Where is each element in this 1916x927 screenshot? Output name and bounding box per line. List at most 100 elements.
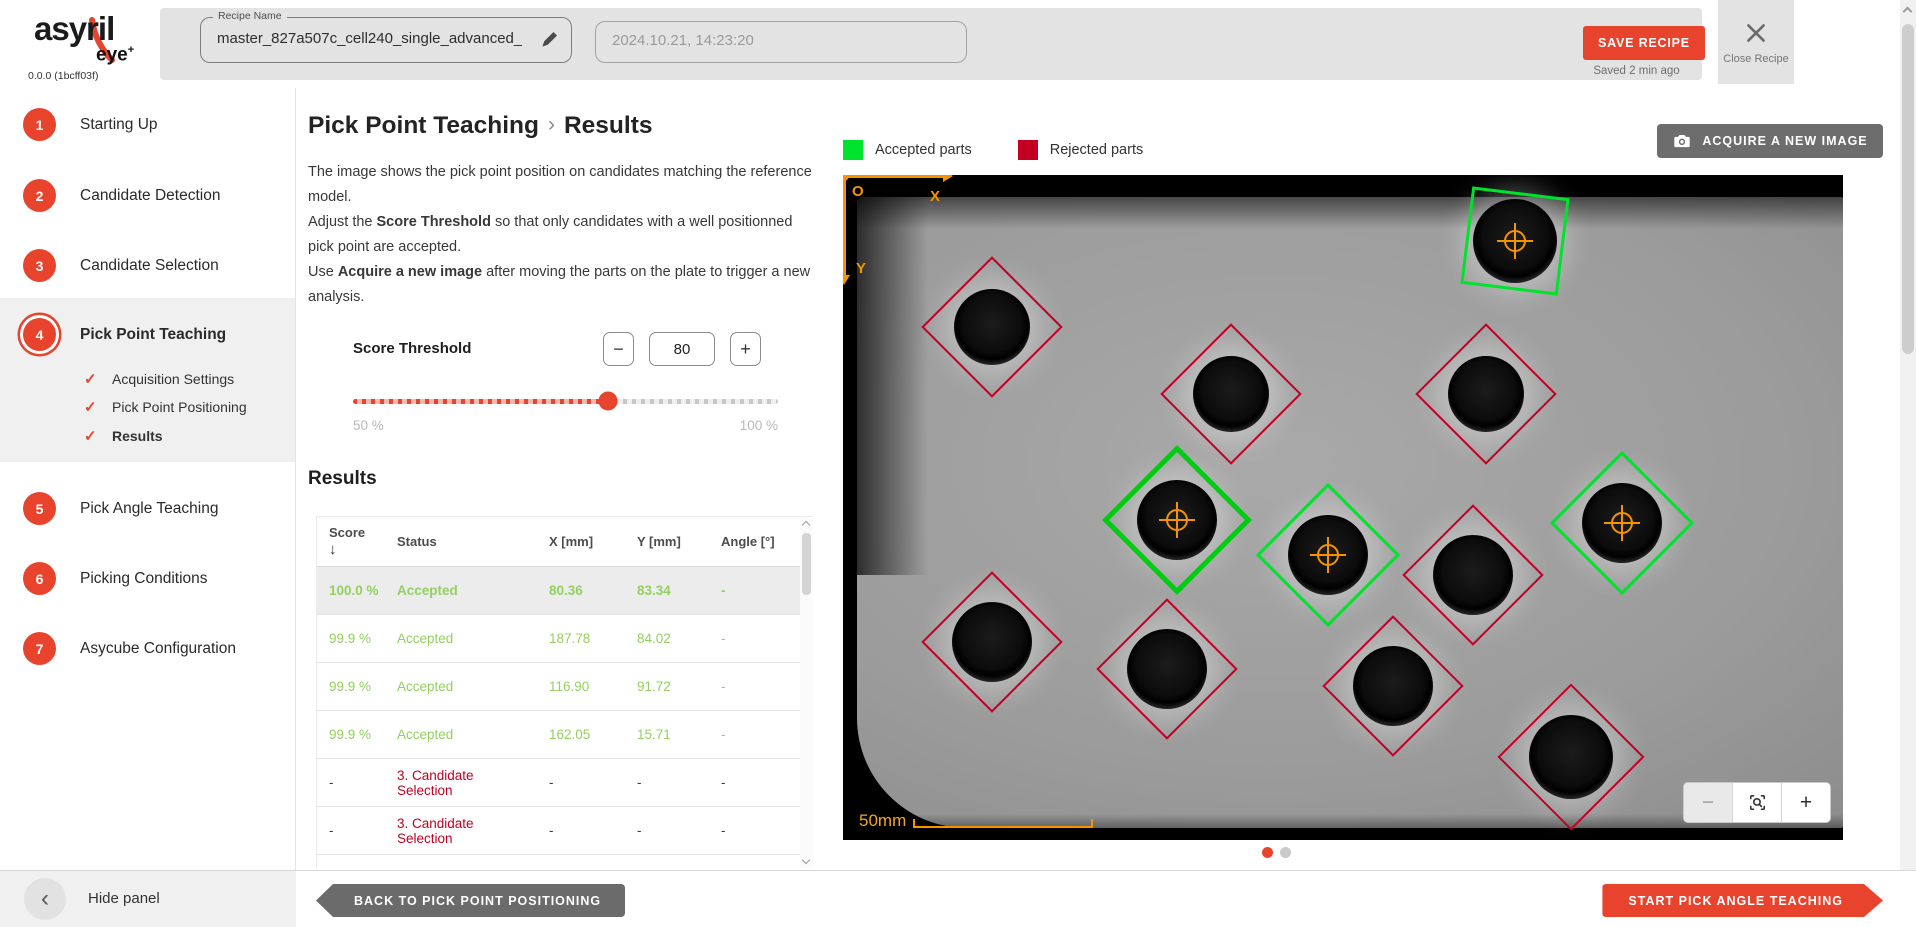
sidebar-substep-pick-point-positioning[interactable]: ✓ Pick Point Positioning	[0, 397, 295, 419]
step-number-badge: 2	[23, 179, 56, 212]
check-icon: ✓	[84, 398, 97, 416]
cell-score: 99.9 %	[317, 727, 397, 742]
cell-x: -	[549, 823, 637, 838]
column-header-y[interactable]: Y [mm]	[637, 534, 721, 549]
step-label: Asycube Configuration	[80, 640, 236, 658]
recipe-name-field[interactable]: Recipe Name master_827a507c_cell240_sing…	[200, 17, 572, 63]
page-description: The image shows the pick point position …	[308, 160, 814, 310]
cell-y: 15.71	[637, 727, 721, 742]
sidebar-step-pick-point-teaching[interactable]: 4 Pick Point Teaching	[0, 318, 295, 352]
step-number-badge: 4	[23, 318, 56, 351]
table-row[interactable]: - 3. Candidate Selection - - -	[317, 807, 813, 855]
sort-descending-icon[interactable]: ↓	[329, 541, 385, 558]
step-label: Picking Conditions	[80, 570, 208, 588]
collapse-panel-button[interactable]: ‹	[24, 878, 66, 920]
wizard-sidebar: 1 Starting Up 2 Candidate Detection 3 Ca…	[0, 88, 296, 870]
window-scrollbar[interactable]	[1900, 0, 1916, 927]
cell-angle: -	[721, 823, 801, 838]
recipe-timestamp-field: 2024.10.21, 14:23:20	[595, 21, 967, 63]
substep-label: Acquisition Settings	[112, 371, 234, 387]
sidebar-step-asycube-configuration[interactable]: 7 Asycube Configuration	[0, 632, 295, 666]
y-axis-arrow-icon	[843, 275, 850, 285]
recipe-name-label: Recipe Name	[213, 10, 287, 22]
table-scroll-down-icon[interactable]	[802, 856, 810, 864]
scroll-up-icon[interactable]	[1903, 7, 1913, 17]
breadcrumb-parent: Pick Point Teaching	[308, 112, 539, 139]
score-threshold-label: Score Threshold	[353, 340, 471, 357]
sidebar-step-picking-conditions[interactable]: 6 Picking Conditions	[0, 562, 295, 596]
save-recipe-button[interactable]: SAVE RECIPE	[1583, 26, 1705, 60]
pagination-dots	[1262, 847, 1291, 858]
close-icon	[1743, 20, 1769, 46]
cell-status: Accepted	[397, 727, 549, 742]
sidebar-step-candidate-selection[interactable]: 3 Candidate Selection	[0, 249, 295, 283]
cell-x: 162.05	[549, 727, 637, 742]
rejected-legend-label: Rejected parts	[1050, 142, 1144, 158]
cell-score: -	[317, 823, 397, 838]
x-axis-line	[843, 175, 945, 178]
score-threshold-slider[interactable]	[353, 388, 778, 414]
table-scrollbar[interactable]	[800, 517, 813, 868]
table-header-row: Score ↓ Status X [mm] Y [mm] Angle [°]	[317, 517, 813, 567]
substep-label: Results	[112, 428, 163, 444]
hide-panel-label[interactable]: Hide panel	[88, 890, 160, 907]
threshold-value-input[interactable]: 80	[649, 332, 715, 366]
page-dot[interactable]	[1262, 847, 1273, 858]
cell-x: -	[549, 775, 637, 790]
logo-product: eye+	[96, 44, 134, 66]
sidebar-step-starting-up[interactable]: 1 Starting Up	[0, 108, 295, 142]
column-header-angle[interactable]: Angle [°]	[721, 534, 801, 549]
cell-status: Accepted	[397, 679, 549, 694]
sidebar-step-candidate-detection[interactable]: 2 Candidate Detection	[0, 179, 295, 213]
saved-status: Saved 2 min ago	[1570, 65, 1703, 77]
sidebar-step-pick-angle-teaching[interactable]: 5 Pick Angle Teaching	[0, 492, 295, 526]
step-label: Pick Angle Teaching	[80, 500, 218, 518]
sidebar-substep-results[interactable]: ✓ Results	[0, 426, 295, 448]
substep-label: Pick Point Positioning	[112, 399, 247, 415]
accepted-legend-label: Accepted parts	[875, 142, 972, 158]
cell-y: 91.72	[637, 679, 721, 694]
close-recipe-label: Close Recipe	[1723, 53, 1788, 65]
check-icon: ✓	[84, 370, 97, 388]
camera-image[interactable]: O X Y 50mm − +	[843, 175, 1843, 840]
cell-y: -	[637, 823, 721, 838]
column-header-score[interactable]: Score ↓	[317, 525, 397, 558]
cell-angle: -	[721, 583, 801, 598]
table-row[interactable]: 100.0 % Accepted 80.36 83.34 -	[317, 567, 813, 615]
zoom-fit-button[interactable]	[1733, 783, 1782, 822]
main-panel: Pick Point Teaching›Results The image sh…	[308, 88, 820, 870]
table-row[interactable]: 99.9 % Accepted 162.05 15.71 -	[317, 711, 813, 759]
table-row[interactable]: 99.9 % Accepted 116.90 91.72 -	[317, 663, 813, 711]
pick-point-crosshair-icon	[1317, 544, 1339, 566]
logo-wordmark: asyril	[34, 10, 114, 48]
page-dot[interactable]	[1280, 847, 1291, 858]
start-pick-angle-teaching-button[interactable]: START PICK ANGLE TEACHING	[1602, 884, 1883, 917]
results-title: Results	[308, 468, 377, 490]
results-table: Score ↓ Status X [mm] Y [mm] Angle [°] 1…	[316, 516, 813, 868]
part-bounding-box	[1322, 615, 1463, 756]
cell-status: 3. Candidate Selection	[397, 768, 549, 798]
acquire-new-image-button[interactable]: ACQUIRE A NEW IMAGE	[1657, 124, 1883, 158]
x-axis-arrow-icon	[943, 175, 953, 182]
threshold-increment-button[interactable]: +	[730, 332, 761, 366]
sidebar-substep-acquisition-settings[interactable]: ✓ Acquisition Settings	[0, 369, 295, 391]
panel-footer: ‹ Hide panel	[0, 871, 296, 927]
rejected-swatch	[1018, 140, 1038, 160]
table-row[interactable]: - 3. Candidate Selection - - -	[317, 759, 813, 807]
back-to-pick-point-positioning-button[interactable]: BACK TO PICK POINT POSITIONING	[316, 884, 625, 917]
table-scrollbar-thumb[interactable]	[802, 533, 811, 595]
chevron-left-icon: ‹	[41, 885, 49, 913]
cell-y: -	[637, 775, 721, 790]
column-header-x[interactable]: X [mm]	[549, 534, 637, 549]
slider-knob[interactable]	[599, 392, 618, 411]
zoom-in-button[interactable]: +	[1782, 783, 1830, 822]
recipe-name-value[interactable]: master_827a507c_cell240_single_advanced_	[217, 30, 522, 47]
column-header-status[interactable]: Status	[397, 534, 549, 549]
threshold-decrement-button[interactable]: −	[603, 332, 634, 366]
table-scroll-up-icon[interactable]	[802, 521, 810, 529]
scrollbar-thumb[interactable]	[1902, 24, 1914, 354]
close-recipe-button[interactable]: Close Recipe	[1718, 0, 1794, 84]
edit-pencil-icon[interactable]	[540, 30, 559, 49]
zoom-out-button[interactable]: −	[1684, 783, 1733, 822]
table-row[interactable]: 99.9 % Accepted 187.78 84.02 -	[317, 615, 813, 663]
